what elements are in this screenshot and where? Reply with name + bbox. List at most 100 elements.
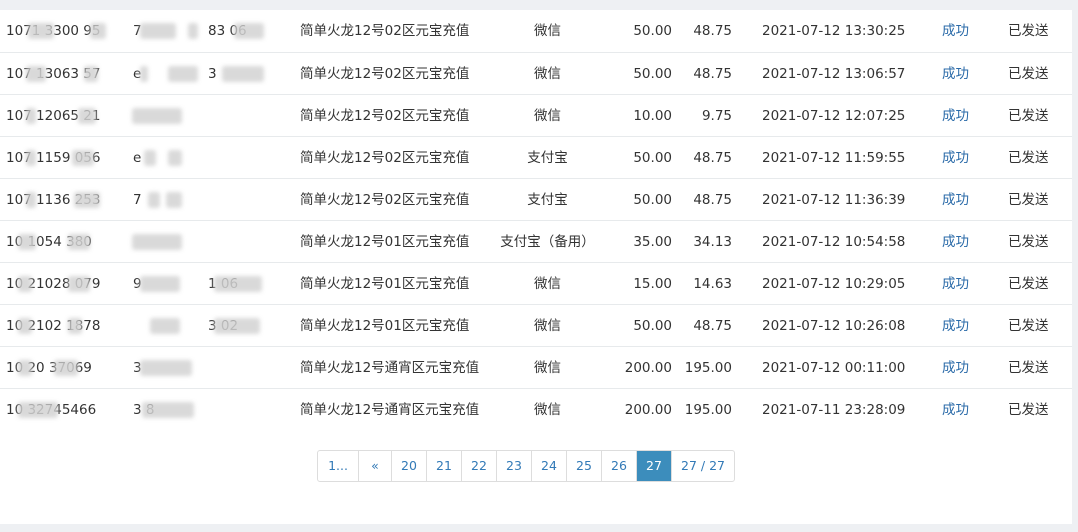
page-button[interactable]: 27 bbox=[636, 451, 671, 481]
status-text[interactable]: 成功 bbox=[942, 347, 969, 389]
privacy-blur bbox=[132, 108, 182, 124]
page-button[interactable]: 23 bbox=[496, 451, 531, 481]
order-time: 2021-07-12 11:59:55 bbox=[762, 150, 906, 166]
delivery-status: 已发送 bbox=[1008, 318, 1049, 334]
table-row: 10 2102 18783 02简单火龙12号01区元宝充值微信50.0048.… bbox=[0, 304, 1072, 347]
privacy-blur bbox=[72, 150, 94, 166]
amount: 50.00 bbox=[633, 66, 672, 82]
status-text[interactable]: 成功 bbox=[942, 10, 969, 52]
privacy-blur bbox=[18, 318, 32, 334]
status-text[interactable]: 成功 bbox=[942, 53, 969, 95]
privacy-blur bbox=[18, 276, 32, 292]
payment-method: 支付宝 bbox=[527, 150, 568, 166]
product-name: 简单火龙12号通宵区元宝充值 bbox=[300, 360, 480, 376]
actual-amount: 48.75 bbox=[693, 66, 732, 82]
payment-method: 微信 bbox=[534, 402, 561, 418]
delivery-status: 已发送 bbox=[1008, 23, 1049, 39]
order-time: 2021-07-12 13:06:57 bbox=[762, 66, 906, 82]
product-name: 简单火龙12号02区元宝充值 bbox=[300, 150, 470, 166]
privacy-blur bbox=[18, 402, 58, 418]
status-text[interactable]: 成功 bbox=[942, 263, 969, 305]
privacy-blur bbox=[188, 23, 198, 39]
page-count-label: 27 / 27 bbox=[671, 451, 734, 481]
table-row: 10 21028 07991 06简单火龙12号01区元宝充值微信15.0014… bbox=[0, 262, 1072, 305]
order-time: 2021-07-12 12:07:25 bbox=[762, 108, 906, 124]
amount: 50.00 bbox=[633, 23, 672, 39]
delivery-status: 已发送 bbox=[1008, 276, 1049, 292]
first-page-button[interactable]: 1... bbox=[318, 451, 358, 481]
privacy-blur bbox=[68, 234, 90, 250]
actual-amount: 48.75 bbox=[693, 23, 732, 39]
privacy-blur bbox=[26, 108, 36, 124]
actual-amount: 195.00 bbox=[684, 402, 732, 418]
delivery-status: 已发送 bbox=[1008, 234, 1049, 250]
privacy-blur bbox=[140, 23, 176, 39]
page-button[interactable]: 21 bbox=[426, 451, 461, 481]
privacy-blur bbox=[168, 150, 182, 166]
product-name: 简单火龙12号01区元宝充值 bbox=[300, 234, 470, 250]
status-text[interactable]: 成功 bbox=[942, 389, 969, 431]
product-name: 简单火龙12号01区元宝充值 bbox=[300, 276, 470, 292]
product-name: 简单火龙12号02区元宝充值 bbox=[300, 108, 470, 124]
privacy-blur bbox=[148, 192, 160, 208]
actual-amount: 48.75 bbox=[693, 192, 732, 208]
status-text[interactable]: 成功 bbox=[942, 137, 969, 179]
pagination: 1... «20 21 22 23 24 25 26 27 27 / 27 bbox=[317, 450, 735, 482]
privacy-blur bbox=[144, 150, 156, 166]
privacy-blur bbox=[90, 23, 106, 39]
delivery-status: 已发送 bbox=[1008, 150, 1049, 166]
page-button[interactable]: 20 bbox=[391, 451, 426, 481]
product-name: 简单火龙12号01区元宝充值 bbox=[300, 318, 470, 334]
privacy-blur bbox=[234, 23, 264, 39]
privacy-blur bbox=[140, 276, 180, 292]
delivery-status: 已发送 bbox=[1008, 192, 1049, 208]
privacy-blur bbox=[168, 66, 198, 82]
payment-method: 微信 bbox=[534, 360, 561, 376]
page-button[interactable]: 24 bbox=[531, 451, 566, 481]
privacy-blur bbox=[140, 66, 148, 82]
page-button[interactable]: 26 bbox=[601, 451, 636, 481]
status-text[interactable]: 成功 bbox=[942, 179, 969, 221]
status-text[interactable]: 成功 bbox=[942, 221, 969, 263]
privacy-blur bbox=[18, 234, 36, 250]
table-row: 10 327454663 8简单火龙12号通宵区元宝充值微信200.00195.… bbox=[0, 388, 1072, 431]
order-time: 2021-07-12 00:11:00 bbox=[762, 360, 906, 376]
actual-amount: 34.13 bbox=[693, 234, 732, 250]
status-text[interactable]: 成功 bbox=[942, 95, 969, 137]
actual-amount: 195.00 bbox=[684, 360, 732, 376]
payment-method: 支付宝（备用） bbox=[500, 234, 595, 250]
product-name: 简单火龙12号通宵区元宝充值 bbox=[300, 402, 480, 418]
privacy-blur bbox=[142, 402, 194, 418]
account-name: e bbox=[133, 150, 142, 166]
privacy-blur bbox=[54, 360, 78, 376]
actual-amount: 9.75 bbox=[701, 108, 732, 124]
payment-method: 微信 bbox=[534, 66, 561, 82]
account-name: 7 bbox=[133, 192, 142, 208]
payment-method: 微信 bbox=[534, 276, 561, 292]
actual-amount: 48.75 bbox=[693, 150, 732, 166]
payment-method: 微信 bbox=[534, 23, 561, 39]
privacy-blur bbox=[74, 192, 100, 208]
table-row: 107 13063 57 e 3 简单火龙12号02区元宝充值 微信 50.00 48.75… bbox=[0, 52, 1072, 95]
payment-method: 微信 bbox=[534, 108, 561, 124]
amount: 50.00 bbox=[633, 150, 672, 166]
status-text[interactable]: 成功 bbox=[942, 305, 969, 347]
privacy-blur bbox=[214, 318, 260, 334]
privacy-blur bbox=[26, 150, 36, 166]
table-row: 107 1136 253 7 简单火龙12号02区元宝充值 支付宝 50.00 48.75… bbox=[0, 178, 1072, 221]
order-time: 2021-07-12 10:54:58 bbox=[762, 234, 906, 250]
privacy-blur bbox=[214, 276, 262, 292]
page-button[interactable]: 22 bbox=[461, 451, 496, 481]
privacy-blur bbox=[26, 66, 46, 82]
amount: 15.00 bbox=[633, 276, 672, 292]
privacy-blur bbox=[68, 276, 90, 292]
prev-page-button[interactable]: « bbox=[358, 451, 391, 481]
page-button[interactable]: 25 bbox=[566, 451, 601, 481]
role-id: 3 bbox=[208, 66, 217, 82]
order-time: 2021-07-11 23:28:09 bbox=[762, 402, 906, 418]
privacy-blur bbox=[18, 360, 32, 376]
amount: 50.00 bbox=[633, 192, 672, 208]
actual-amount: 14.63 bbox=[693, 276, 732, 292]
product-name: 简单火龙12号02区元宝充值 bbox=[300, 23, 470, 39]
table-row: 1071 3300 95783 06简单火龙12号02区元宝充值微信50.004… bbox=[0, 10, 1072, 52]
